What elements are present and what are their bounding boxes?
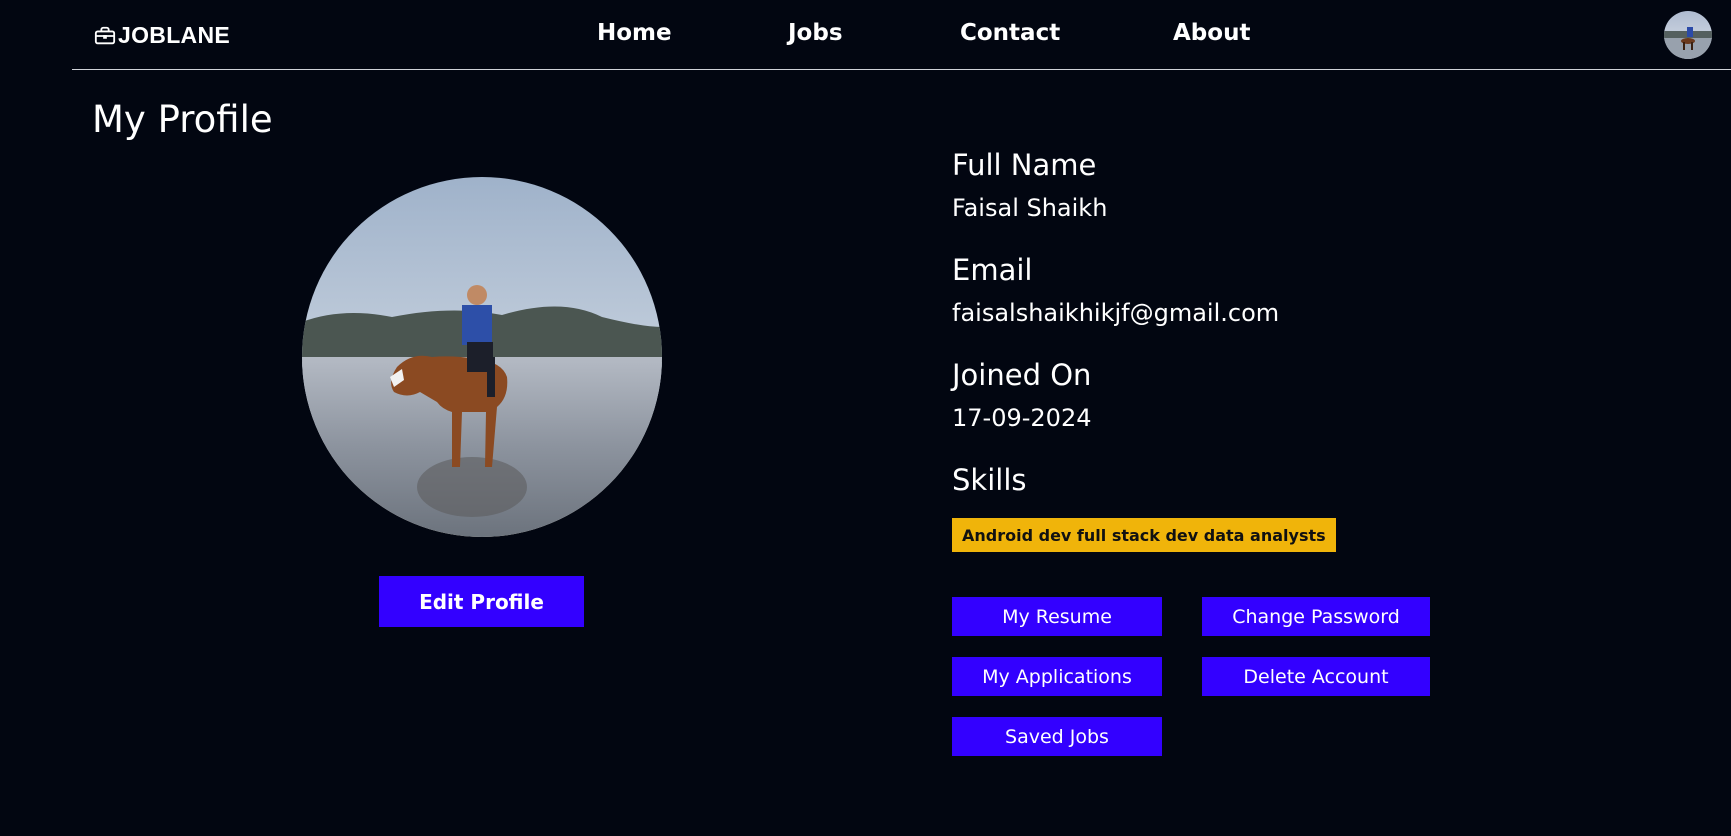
brand-name: JOBLANE xyxy=(118,22,231,48)
email-value: faisalshaikhikjf@gmail.com xyxy=(952,299,1280,327)
profile-photo xyxy=(302,177,662,537)
nav-link-contact[interactable]: Contact xyxy=(960,20,1060,46)
profile-photo-image xyxy=(302,177,662,537)
nav-link-jobs[interactable]: Jobs xyxy=(788,20,843,46)
briefcase-icon xyxy=(94,26,116,44)
joined-on-value: 17-09-2024 xyxy=(952,404,1092,432)
nav-link-home[interactable]: Home xyxy=(597,20,672,46)
brand-logo[interactable]: JOBLANE xyxy=(94,22,230,49)
skills-label: Skills xyxy=(952,463,1027,497)
saved-jobs-button[interactable]: Saved Jobs xyxy=(952,717,1162,756)
full-name-value: Faisal Shaikh xyxy=(952,194,1108,222)
delete-account-button[interactable]: Delete Account xyxy=(1202,657,1430,696)
edit-profile-button[interactable]: Edit Profile xyxy=(379,576,584,627)
full-name-label: Full Name xyxy=(952,148,1097,182)
my-resume-button[interactable]: My Resume xyxy=(952,597,1162,636)
top-navbar: JOBLANE Home Jobs Contact About xyxy=(72,0,1731,70)
skill-tag: Android dev full stack dev data analysts xyxy=(952,518,1336,552)
joined-on-label: Joined On xyxy=(952,358,1092,392)
change-password-button[interactable]: Change Password xyxy=(1202,597,1430,636)
nav-link-about[interactable]: About xyxy=(1173,20,1250,46)
user-avatar[interactable] xyxy=(1664,11,1712,59)
email-label: Email xyxy=(952,253,1033,287)
page-title: My Profile xyxy=(92,98,273,141)
my-applications-button[interactable]: My Applications xyxy=(952,657,1162,696)
avatar-photo xyxy=(1664,11,1712,59)
